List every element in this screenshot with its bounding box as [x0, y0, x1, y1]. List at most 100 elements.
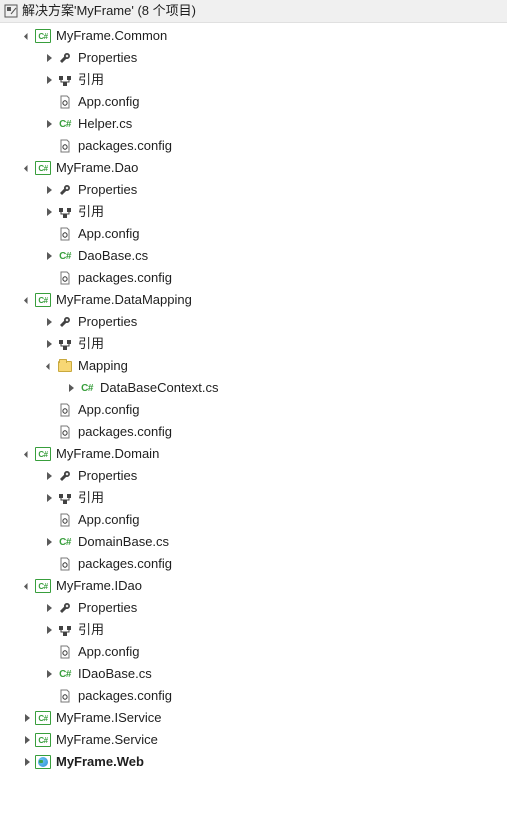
- expander-closed-icon[interactable]: [42, 73, 56, 87]
- expander-open-icon[interactable]: [20, 293, 34, 307]
- expander-open-icon[interactable]: [20, 161, 34, 175]
- tree-item[interactable]: packages.config: [0, 421, 507, 443]
- expander-closed-icon[interactable]: [42, 469, 56, 483]
- tree-item[interactable]: App.config: [0, 399, 507, 421]
- config-file-icon: [58, 425, 72, 439]
- expander-closed-icon[interactable]: [64, 381, 78, 395]
- expander-closed-icon[interactable]: [42, 623, 56, 637]
- tree-item[interactable]: 引用: [0, 619, 507, 641]
- config-file-icon: [58, 645, 72, 659]
- tree-item[interactable]: Properties: [0, 311, 507, 333]
- tree-item[interactable]: App.config: [0, 641, 507, 663]
- tree-item[interactable]: packages.config: [0, 553, 507, 575]
- tree-item[interactable]: C# Helper.cs: [0, 113, 507, 135]
- tree-item[interactable]: C# MyFrame.DataMapping: [0, 289, 507, 311]
- tree-item-label: packages.config: [78, 424, 172, 440]
- tree-item[interactable]: MyFrame.Web: [0, 751, 507, 773]
- tree-item-label: App.config: [78, 512, 139, 528]
- expander-closed-icon[interactable]: [20, 711, 34, 725]
- tree-item[interactable]: C#DomainBase.cs: [0, 531, 507, 553]
- tree-item-label: MyFrame.DataMapping: [56, 292, 192, 308]
- tree-item[interactable]: 引用: [0, 69, 507, 91]
- expander-closed-icon[interactable]: [20, 733, 34, 747]
- expander-closed-icon[interactable]: [42, 491, 56, 505]
- tree-item[interactable]: C#DaoBase.cs: [0, 245, 507, 267]
- tree-item[interactable]: C#MyFrame.Domain: [0, 443, 507, 465]
- tree-item-label: MyFrame.IDao: [56, 578, 142, 594]
- expander-open-icon[interactable]: [42, 359, 56, 373]
- tree-item-label: 引用: [78, 336, 104, 352]
- config-file-icon: [58, 557, 72, 571]
- references-icon: [58, 623, 72, 637]
- tree-item[interactable]: Properties: [0, 47, 507, 69]
- tree-item-label: Properties: [78, 182, 137, 198]
- tree-item[interactable]: C# MyFrame.IDao: [0, 575, 507, 597]
- csharp-project-icon: C#: [35, 579, 51, 593]
- expander-open-icon[interactable]: [20, 29, 34, 43]
- tree-item[interactable]: C#MyFrame.Common: [0, 25, 507, 47]
- tree-item[interactable]: packages.config: [0, 685, 507, 707]
- tree-item[interactable]: C#MyFrame.Dao: [0, 157, 507, 179]
- csharp-file-icon: C#: [59, 119, 71, 130]
- tree-item[interactable]: Properties: [0, 179, 507, 201]
- expander-closed-icon[interactable]: [42, 535, 56, 549]
- tree-item[interactable]: C# MyFrame.IService: [0, 707, 507, 729]
- tree-item-label: 引用: [78, 490, 104, 506]
- tree-item[interactable]: Properties: [0, 597, 507, 619]
- tree-item[interactable]: C#MyFrame.Service: [0, 729, 507, 751]
- config-file-icon: [58, 271, 72, 285]
- tree-item[interactable]: 引用: [0, 333, 507, 355]
- tree-item-label: App.config: [78, 94, 139, 110]
- references-icon: [58, 205, 72, 219]
- csharp-project-icon: C#: [35, 447, 51, 461]
- expander-open-icon[interactable]: [20, 447, 34, 461]
- tree-item[interactable]: 引用: [0, 487, 507, 509]
- tree-item[interactable]: App.config: [0, 509, 507, 531]
- tree-item-label: MyFrame.IService: [56, 710, 161, 726]
- expander-closed-icon[interactable]: [42, 183, 56, 197]
- tree-item[interactable]: packages.config: [0, 267, 507, 289]
- tree-item-label: 引用: [78, 622, 104, 638]
- tree-item[interactable]: C#IDaoBase.cs: [0, 663, 507, 685]
- wrench-icon: [58, 183, 72, 197]
- expander-closed-icon[interactable]: [42, 205, 56, 219]
- tree-item-label: packages.config: [78, 688, 172, 704]
- tree-item-label: MyFrame.Common: [56, 28, 167, 44]
- web-project-icon: [35, 755, 51, 769]
- wrench-icon: [58, 601, 72, 615]
- wrench-icon: [58, 315, 72, 329]
- tree-item[interactable]: App.config: [0, 223, 507, 245]
- csharp-project-icon: C#: [35, 711, 51, 725]
- tree-item-label: Properties: [78, 600, 137, 616]
- csharp-file-icon: C#: [59, 251, 71, 262]
- csharp-file-icon: C#: [81, 383, 93, 394]
- expander-closed-icon[interactable]: [20, 755, 34, 769]
- tree-item[interactable]: App.config: [0, 91, 507, 113]
- expander-closed-icon[interactable]: [42, 249, 56, 263]
- solution-explorer-tree[interactable]: C#MyFrame.CommonProperties引用App.configC#…: [0, 23, 507, 775]
- expander-open-icon[interactable]: [20, 579, 34, 593]
- tree-item-label: IDaoBase.cs: [78, 666, 152, 682]
- expander-closed-icon[interactable]: [42, 51, 56, 65]
- tree-item[interactable]: C# DataBaseContext.cs: [0, 377, 507, 399]
- folder-icon: [58, 361, 72, 372]
- expander-closed-icon[interactable]: [42, 315, 56, 329]
- tree-item[interactable]: packages.config: [0, 135, 507, 157]
- tree-item[interactable]: Properties: [0, 465, 507, 487]
- tree-item[interactable]: Mapping: [0, 355, 507, 377]
- config-file-icon: [58, 95, 72, 109]
- expander-closed-icon[interactable]: [42, 667, 56, 681]
- tree-item-label: Helper.cs: [78, 116, 132, 132]
- tree-item-label: Properties: [78, 314, 137, 330]
- tree-item-label: Properties: [78, 50, 137, 66]
- tree-item-label: DomainBase.cs: [78, 534, 169, 550]
- tree-item-label: DataBaseContext.cs: [100, 380, 219, 396]
- csharp-project-icon: C#: [35, 293, 51, 307]
- tree-item[interactable]: 引用: [0, 201, 507, 223]
- references-icon: [58, 491, 72, 505]
- wrench-icon: [58, 51, 72, 65]
- tree-item-label: App.config: [78, 644, 139, 660]
- expander-closed-icon[interactable]: [42, 337, 56, 351]
- expander-closed-icon[interactable]: [42, 117, 56, 131]
- expander-closed-icon[interactable]: [42, 601, 56, 615]
